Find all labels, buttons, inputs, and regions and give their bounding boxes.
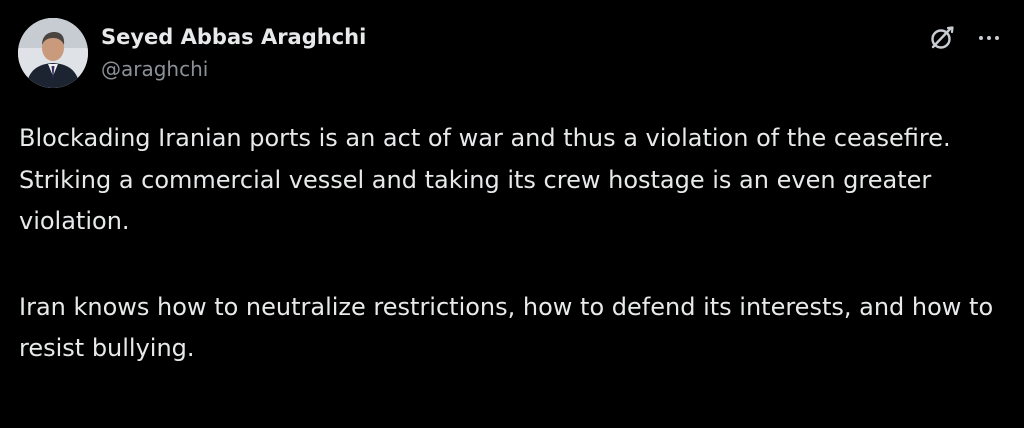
- post-paragraph: Striking a commercial vessel and taking …: [19, 165, 932, 236]
- post-paragraph: Iran knows how to neutralize restriction…: [19, 292, 994, 363]
- author-handle[interactable]: @araghchi: [101, 57, 208, 81]
- more-options-icon[interactable]: [974, 25, 1004, 51]
- post-paragraph: Blockading Iranian ports is an act of wa…: [19, 124, 951, 152]
- post-text: Blockading Iranian ports is an act of wa…: [19, 118, 1009, 370]
- profile-photo-icon: [18, 18, 88, 88]
- post-card: Seyed Abbas Araghchi @araghchi Blockadin…: [0, 0, 1024, 428]
- author-name[interactable]: Seyed Abbas Araghchi: [101, 25, 366, 49]
- author-avatar[interactable]: [18, 18, 88, 88]
- grok-icon[interactable]: [928, 24, 956, 52]
